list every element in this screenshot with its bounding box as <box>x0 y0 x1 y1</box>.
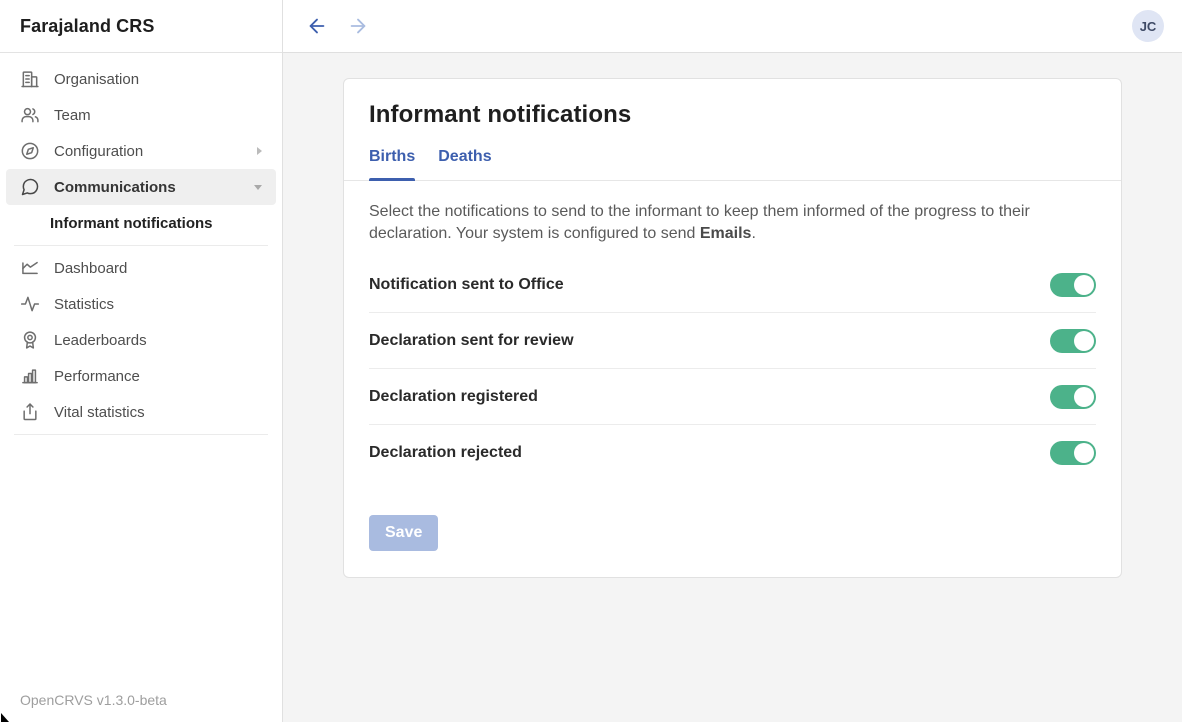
sidebar-item-leaderboards[interactable]: Leaderboards <box>6 322 276 358</box>
users-icon <box>20 105 40 125</box>
sidebar-item-label: Configuration <box>54 143 243 160</box>
topbar: JC <box>283 0 1182 53</box>
compass-icon <box>20 141 40 161</box>
back-button[interactable] <box>305 14 329 38</box>
mouse-cursor <box>1 713 9 722</box>
medal-icon <box>20 330 40 350</box>
card-body: Select the notifications to send to the … <box>344 181 1121 577</box>
card-header: Informant notifications Births Deaths <box>344 79 1121 181</box>
sidebar-item-label: Vital statistics <box>54 404 262 421</box>
sidebar-item-organisation[interactable]: Organisation <box>6 61 276 97</box>
sidebar: Farajaland CRS Organisation <box>0 0 283 722</box>
activity-icon <box>20 294 40 314</box>
sidebar-subitem-informant-notifications[interactable]: Informant notifications <box>6 205 276 241</box>
tab-births[interactable]: Births <box>369 148 415 180</box>
sidebar-item-label: Performance <box>54 368 262 385</box>
bar-chart-icon <box>20 366 40 386</box>
toggle-row-notification-sent-to-office: Notification sent to Office <box>369 257 1096 313</box>
sidebar-item-label: Team <box>54 107 262 124</box>
toggle-row-declaration-registered: Declaration registered <box>369 369 1096 425</box>
arrow-right-icon <box>347 15 369 37</box>
description-text: Select the notifications to send to the … <box>369 201 1089 245</box>
sidebar-item-label: Dashboard <box>54 260 262 277</box>
app-version-label: OpenCRVS v1.3.0-beta <box>20 692 167 708</box>
sidebar-item-statistics[interactable]: Statistics <box>6 286 276 322</box>
sidebar-nav: Organisation Team <box>0 53 282 435</box>
sidebar-item-label: Communications <box>54 179 240 196</box>
toggle-switch-declaration-rejected[interactable] <box>1050 441 1096 465</box>
toggle-row-declaration-rejected: Declaration rejected <box>369 425 1096 481</box>
description-emphasis: Emails <box>700 225 752 242</box>
sidebar-header: Farajaland CRS <box>0 0 282 53</box>
toggle-label: Notification sent to Office <box>369 276 564 294</box>
save-button[interactable]: Save <box>369 515 438 551</box>
arrow-left-icon <box>306 15 328 37</box>
sidebar-item-label: Statistics <box>54 296 262 313</box>
line-chart-icon <box>20 258 40 278</box>
sidebar-item-label: Organisation <box>54 71 262 88</box>
toggle-switch-declaration-registered[interactable] <box>1050 385 1096 409</box>
toggle-label: Declaration rejected <box>369 444 522 462</box>
export-icon <box>20 402 40 422</box>
forward-button[interactable] <box>346 14 370 38</box>
building-icon <box>20 69 40 89</box>
sidebar-subitem-label: Informant notifications <box>50 215 213 232</box>
page-content: Informant notifications Births Deaths Se… <box>283 53 1182 722</box>
sidebar-item-team[interactable]: Team <box>6 97 276 133</box>
sidebar-item-configuration[interactable]: Configuration <box>6 133 276 169</box>
sidebar-divider <box>14 245 268 246</box>
informant-notifications-card: Informant notifications Births Deaths Se… <box>343 78 1122 578</box>
chevron-down-icon <box>254 185 262 190</box>
toggle-knob <box>1074 443 1094 463</box>
sidebar-item-communications[interactable]: Communications <box>6 169 276 205</box>
tab-bar: Births Deaths <box>369 148 1096 180</box>
app-brand-title: Farajaland CRS <box>20 16 154 37</box>
tab-deaths[interactable]: Deaths <box>438 148 491 180</box>
sidebar-divider <box>14 434 268 435</box>
page-title: Informant notifications <box>369 101 1096 129</box>
toggle-knob <box>1074 275 1094 295</box>
sidebar-item-vital-statistics[interactable]: Vital statistics <box>6 394 276 430</box>
toggle-label: Declaration sent for review <box>369 332 574 350</box>
sidebar-item-dashboard[interactable]: Dashboard <box>6 250 276 286</box>
chevron-right-icon <box>257 147 262 155</box>
main-area: JC Informant notifications Births Deaths… <box>283 0 1182 722</box>
toggle-knob <box>1074 387 1094 407</box>
toggle-knob <box>1074 331 1094 351</box>
user-avatar[interactable]: JC <box>1132 10 1164 42</box>
sidebar-item-performance[interactable]: Performance <box>6 358 276 394</box>
toggle-switch-notification-sent-to-office[interactable] <box>1050 273 1096 297</box>
toggle-switch-declaration-sent-for-review[interactable] <box>1050 329 1096 353</box>
chat-bubble-icon <box>20 177 40 197</box>
sidebar-item-label: Leaderboards <box>54 332 262 349</box>
notification-toggle-list: Notification sent to Office Declaration … <box>369 257 1096 481</box>
toggle-label: Declaration registered <box>369 388 538 406</box>
app-window: Farajaland CRS Organisation <box>0 0 1182 722</box>
toggle-row-declaration-sent-for-review: Declaration sent for review <box>369 313 1096 369</box>
